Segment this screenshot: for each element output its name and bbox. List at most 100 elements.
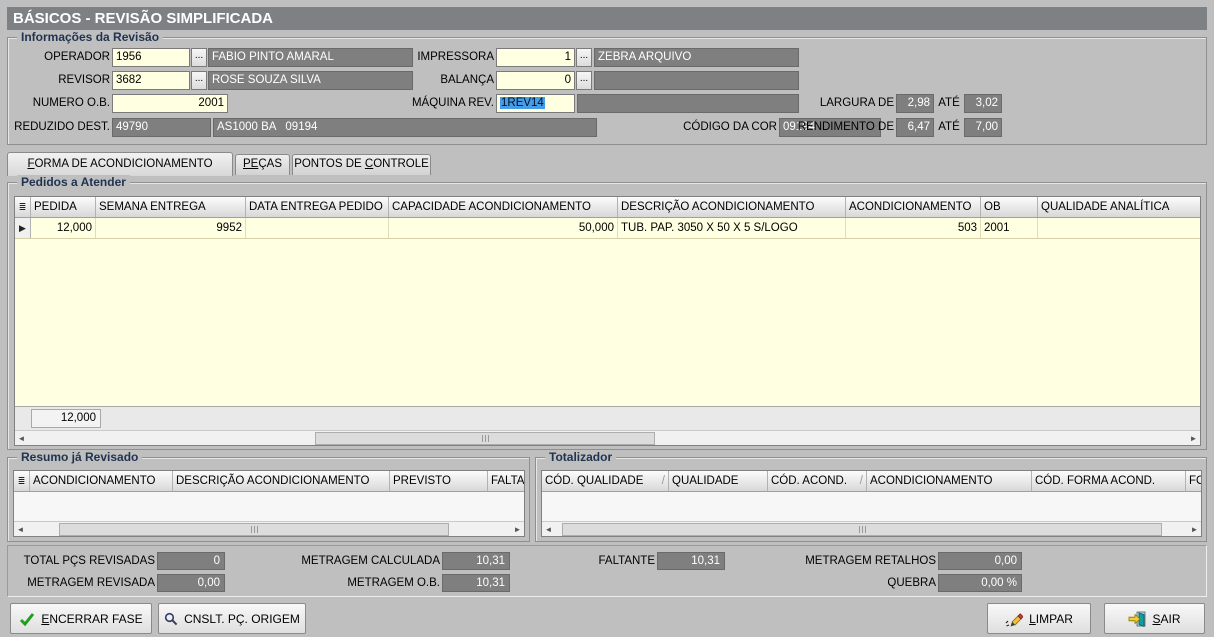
tab-forma-de-acondicionamento[interactable]: FORMA DE ACONDICIONAMENTO <box>7 152 233 176</box>
scroll-thumb[interactable] <box>315 432 655 445</box>
codigo-cor-label: CÓDIGO DA COR <box>650 118 777 137</box>
largura-de-label: LARGURA DE <box>780 94 894 113</box>
tab-label-accel: PE <box>243 158 258 170</box>
revisor-input[interactable]: 3682 <box>112 71 190 90</box>
encerrar-fase-button[interactable]: ENCERRAR FASE <box>10 603 152 634</box>
grid-customize-icon[interactable]: ≣ <box>15 197 31 217</box>
rendimento-de-label: RENDIMENTO DE <box>780 118 894 137</box>
col-cod-acond[interactable]: CÓD. ACOND. / <box>768 471 867 491</box>
col-pedida[interactable]: PEDIDA <box>31 197 96 217</box>
limpar-button[interactable]: LIMPAR <box>987 603 1091 634</box>
revisor-label: REVISOR <box>8 71 110 90</box>
search-icon <box>164 612 178 626</box>
col-label: CÓD. ACOND. <box>771 471 847 491</box>
sair-label: SAIR <box>1152 612 1180 626</box>
operador-lookup-button[interactable]: ... <box>191 48 207 67</box>
numero-ob-input[interactable]: 2001 <box>112 94 228 113</box>
col-resumo-previsto[interactable]: PREVISTO <box>390 471 488 491</box>
quebra-value: 0,00 % <box>938 574 1022 592</box>
balanca-label: BALANÇA <box>380 71 494 90</box>
col-acondicionamento[interactable]: ACONDICIONAMENTO <box>846 197 981 217</box>
resumo-groupbox: Resumo já Revisado ≣ ACONDICIONAMENTO DE… <box>7 457 530 542</box>
metragem-revisada-label: METRAGEM REVISADA <box>8 574 155 592</box>
limpar-label: LIMPAR <box>1029 612 1073 626</box>
col-cod-forma-acond[interactable]: CÓD. FORMA ACOND. <box>1032 471 1186 491</box>
reduzido-dest-desc-field: AS1000 BA 09194 <box>213 118 597 137</box>
tab-label-part: PONTOS DE <box>294 158 365 170</box>
col-data-entrega-pedido[interactable]: DATA ENTREGA PEDIDO <box>246 197 389 217</box>
scroll-grip-icon <box>254 526 255 533</box>
rendimento-ate-label: ATÉ <box>936 118 962 137</box>
tab-pontos-de-controle[interactable]: PONTOS DE CONTROLE <box>292 154 431 175</box>
table-row[interactable]: ▶ 12,000 9952 50,000 TUB. PAP. 3050 X 50… <box>15 218 1200 239</box>
info-groupbox-caption: Informações da Revisão <box>17 30 163 44</box>
cnslt-pc-origem-button[interactable]: CNSLT. PÇ. ORIGEM <box>158 603 306 634</box>
totalizador-groupbox: Totalizador CÓD. QUALIDADE / QUALIDADE C… <box>535 457 1207 542</box>
pedidos-grid: ≣ PEDIDA SEMANA ENTREGA DATA ENTREGA PED… <box>14 196 1201 446</box>
reduzido-dest-field: 49790 <box>112 118 211 137</box>
reduzido-dest-label: REDUZIDO DEST. <box>8 118 110 137</box>
resumo-grid: ≣ ACONDICIONAMENTO DESCRIÇÃO ACONDICIONA… <box>13 470 525 537</box>
col-qualidade-analitica[interactable]: QUALIDADE ANALÍTICA <box>1038 197 1200 217</box>
metragem-calculada-label: METRAGEM CALCULADA <box>290 552 440 570</box>
cell-qualidade-analitica <box>1038 218 1200 238</box>
col-label: CÓD. QUALIDADE <box>545 471 643 491</box>
faltante-value: 10,31 <box>657 552 725 570</box>
col-cod-qualidade[interactable]: CÓD. QUALIDADE / <box>542 471 669 491</box>
cell-semana-entrega: 9952 <box>96 218 246 238</box>
cell-data-entrega-pedido <box>246 218 389 238</box>
cnslt-pc-origem-label: CNSLT. PÇ. ORIGEM <box>184 612 300 626</box>
scroll-thumb[interactable] <box>59 523 449 536</box>
scroll-left-icon[interactable]: ◄ <box>14 523 27 536</box>
tab-pecas[interactable]: PEÇAS <box>235 154 290 175</box>
numero-ob-label: NUMERO O.B. <box>8 94 110 113</box>
sair-button[interactable]: SAIR <box>1104 603 1205 634</box>
tab-label-part: ÇAS <box>258 158 282 170</box>
impressora-label: IMPRESSORA <box>380 48 494 67</box>
pedidos-h-scrollbar[interactable]: ◄ ► <box>15 430 1200 445</box>
impressora-lookup-button[interactable]: ... <box>576 48 592 67</box>
col-ob[interactable]: OB <box>981 197 1038 217</box>
maquina-rev-input[interactable]: 1REV14 <box>496 94 575 113</box>
resumo-h-scrollbar[interactable]: ◄ ► <box>14 521 524 536</box>
resumo-grid-header: ≣ ACONDICIONAMENTO DESCRIÇÃO ACONDICIONA… <box>14 471 524 492</box>
col-total-acondicionamento[interactable]: ACONDICIONAMENTO <box>867 471 1032 491</box>
scroll-grip-icon <box>862 526 863 533</box>
scroll-right-icon[interactable]: ► <box>1188 523 1201 536</box>
scroll-right-icon[interactable]: ► <box>511 523 524 536</box>
col-semana-entrega[interactable]: SEMANA ENTREGA <box>96 197 246 217</box>
col-forma[interactable]: FOR <box>1186 471 1201 491</box>
check-icon <box>19 612 35 626</box>
pedidos-grid-header: ≣ PEDIDA SEMANA ENTREGA DATA ENTREGA PED… <box>15 197 1200 218</box>
exit-door-icon <box>1128 611 1146 627</box>
col-capacidade-acondicionamento[interactable]: CAPACIDADE ACONDICIONAMENTO <box>389 197 618 217</box>
impressora-name-field: ZEBRA ARQUIVO <box>594 48 799 67</box>
scroll-grip-icon <box>485 435 486 442</box>
cell-acondicionamento: 503 <box>846 218 981 238</box>
metragem-retalhos-label: METRAGEM RETALHOS <box>790 552 936 570</box>
scroll-thumb[interactable] <box>562 523 1162 536</box>
impressora-input[interactable]: 1 <box>496 48 575 67</box>
scroll-right-icon[interactable]: ► <box>1187 432 1200 445</box>
totalizador-h-scrollbar[interactable]: ◄ ► <box>542 521 1201 536</box>
revisor-lookup-button[interactable]: ... <box>191 71 207 90</box>
scroll-left-icon[interactable]: ◄ <box>15 432 28 445</box>
grid-customize-icon[interactable]: ≣ <box>14 471 30 491</box>
balanca-lookup-button[interactable]: ... <box>576 71 592 90</box>
maquina-rev-name-field <box>577 94 799 113</box>
col-resumo-acondicionamento[interactable]: ACONDICIONAMENTO <box>30 471 173 491</box>
operador-input[interactable]: 1956 <box>112 48 190 67</box>
col-resumo-faltante[interactable]: FALTAN <box>488 471 524 491</box>
totalizador-groupbox-caption: Totalizador <box>545 450 616 464</box>
col-qualidade[interactable]: QUALIDADE <box>669 471 768 491</box>
metragem-retalhos-value: 0,00 <box>938 552 1022 570</box>
balanca-input[interactable]: 0 <box>496 71 575 90</box>
metragem-revisada-value: 0,00 <box>157 574 225 592</box>
col-descricao-acondicionamento[interactable]: DESCRIÇÃO ACONDICIONAMENTO <box>618 197 846 217</box>
sort-icon: / <box>662 471 665 491</box>
scroll-left-icon[interactable]: ◄ <box>542 523 555 536</box>
tab-label-accel: C <box>365 158 373 170</box>
largura-ate-label: ATÉ <box>936 94 962 113</box>
col-resumo-descricao[interactable]: DESCRIÇÃO ACONDICIONAMENTO <box>173 471 390 491</box>
quebra-label: QUEBRA <box>790 574 936 592</box>
